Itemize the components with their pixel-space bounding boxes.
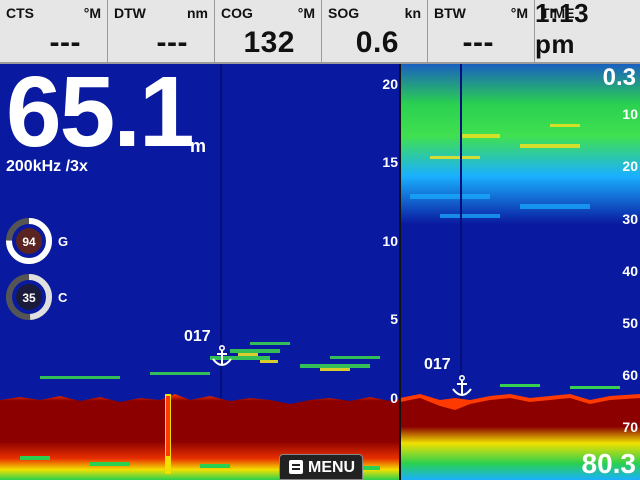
field-value: 1:13 pm — [535, 0, 590, 59]
gain-value: 94 — [22, 235, 36, 249]
scale-label: 10 — [622, 106, 638, 122]
waypoint-label: 017 — [184, 328, 211, 345]
field-unit: °M — [510, 5, 528, 21]
scale-label: 10 — [382, 233, 398, 249]
field-value: 132 — [243, 26, 295, 59]
field-label: SOG — [328, 5, 360, 21]
field-value: --- — [156, 26, 188, 59]
menu-icon — [289, 460, 303, 474]
sonar-screen: CTS °M --- DTW nm --- COG °M 132 SOG kn … — [0, 0, 640, 480]
frequency-label: 200kHz /3x — [6, 158, 88, 175]
scale-label: 60 — [622, 367, 638, 383]
field-time[interactable]: TIME 1:13 pm — [535, 0, 640, 62]
color-gauge[interactable]: 35 — [6, 274, 52, 320]
scale-label: 30 — [622, 211, 638, 227]
menu-button[interactable]: MENU — [279, 454, 363, 480]
scale-label: 20 — [382, 76, 398, 92]
field-unit: kn — [404, 5, 421, 21]
scale-label: 5 — [390, 311, 398, 327]
field-unit: nm — [187, 5, 208, 21]
gain-gauge[interactable]: 94 — [6, 218, 52, 264]
field-dtw[interactable]: DTW nm --- — [108, 0, 215, 62]
gain-dial-icon: 94 — [6, 218, 52, 264]
range-top: 0.3 — [602, 64, 636, 91]
field-sog[interactable]: SOG kn 0.6 — [322, 0, 428, 62]
pane-divider[interactable] — [399, 64, 401, 480]
depth-unit: m — [190, 136, 207, 156]
color-value: 35 — [22, 291, 36, 305]
field-label: DTW — [114, 5, 146, 21]
gain-letter: G — [58, 234, 69, 249]
anchor-icon[interactable] — [211, 345, 233, 369]
field-value: 0.6 — [355, 26, 399, 59]
color-dial-icon: 35 — [6, 274, 52, 320]
field-cog[interactable]: COG °M 132 — [215, 0, 322, 62]
sonar-zoom-pane[interactable]: 0.3 10 20 30 40 50 60 70 80.3 017 — [400, 64, 640, 480]
color-letter: C — [58, 290, 68, 305]
scale-label: 50 — [622, 315, 638, 331]
field-btw[interactable]: BTW °M --- — [428, 0, 535, 62]
scale-label: 15 — [382, 154, 398, 170]
sonar-history-pane[interactable]: 65.1 m 200kHz /3x 94 G 35 C 20 15 10 5 0… — [0, 64, 400, 480]
field-value: --- — [49, 26, 81, 59]
scale-label: 70 — [622, 419, 638, 435]
depth-readout: 65.1 — [6, 64, 195, 168]
field-unit: °M — [83, 5, 101, 21]
menu-label: MENU — [308, 459, 356, 476]
scale-label: 40 — [622, 263, 638, 279]
field-label: BTW — [434, 5, 466, 21]
field-value: --- — [462, 26, 494, 59]
field-label: CTS — [6, 5, 34, 21]
waypoint-label: 017 — [424, 356, 451, 373]
range-bottom: 80.3 — [581, 448, 637, 479]
anchor-icon[interactable] — [451, 375, 473, 399]
field-unit: °M — [297, 5, 315, 21]
data-bar: CTS °M --- DTW nm --- COG °M 132 SOG kn … — [0, 0, 640, 64]
scale-label: 20 — [622, 158, 638, 174]
scale-label: 0 — [390, 390, 398, 406]
field-cts[interactable]: CTS °M --- — [0, 0, 108, 62]
field-label: COG — [221, 5, 253, 21]
